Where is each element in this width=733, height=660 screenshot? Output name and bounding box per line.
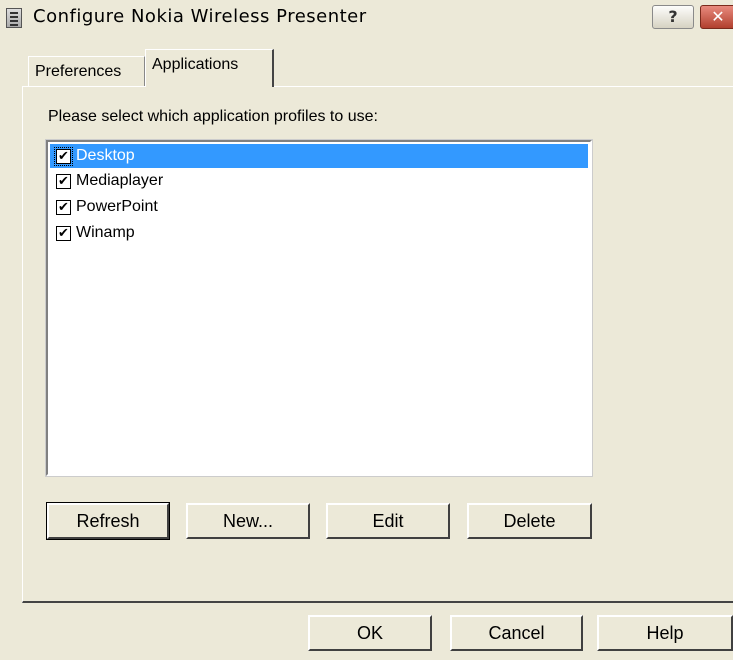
title-bar[interactable]: Configure Nokia Wireless Presenter ? ✕ (0, 0, 733, 36)
dialog-window: Configure Nokia Wireless Presenter ? ✕ P… (0, 0, 733, 660)
list-item-label: PowerPoint (76, 198, 158, 215)
help-question-icon[interactable]: ? (652, 5, 694, 29)
cancel-button[interactable]: Cancel (450, 615, 583, 651)
list-item-desktop[interactable]: ✔ Desktop (50, 144, 588, 168)
list-item-mediaplayer[interactable]: ✔ Mediaplayer (50, 169, 588, 193)
close-icon[interactable]: ✕ (700, 5, 733, 29)
application-profiles-list[interactable]: ✔ Desktop ✔ Mediaplayer ✔ PowerPoint ✔ W… (45, 139, 593, 477)
checkbox-mediaplayer[interactable]: ✔ (56, 174, 71, 189)
window-title: Configure Nokia Wireless Presenter (33, 6, 367, 27)
list-item-winamp[interactable]: ✔ Winamp (50, 221, 588, 245)
refresh-button[interactable]: Refresh (46, 502, 170, 540)
checkbox-winamp[interactable]: ✔ (56, 226, 71, 241)
profiles-prompt-label: Please select which application profiles… (48, 108, 378, 125)
list-item-label: Mediaplayer (76, 172, 164, 189)
help-button[interactable]: Help (597, 615, 733, 651)
edit-profile-button[interactable]: Edit (326, 503, 450, 539)
list-item-powerpoint[interactable]: ✔ PowerPoint (50, 195, 588, 219)
nokia-presenter-app-icon (6, 8, 22, 28)
list-item-label: Winamp (76, 224, 135, 241)
checkbox-desktop[interactable]: ✔ (54, 147, 73, 166)
list-item-label: Desktop (76, 147, 135, 164)
delete-profile-button[interactable]: Delete (467, 503, 592, 539)
tab-preferences[interactable]: Preferences (28, 56, 145, 86)
new-profile-button[interactable]: New... (186, 503, 310, 539)
tab-applications[interactable]: Applications (145, 49, 274, 87)
ok-button[interactable]: OK (308, 615, 432, 651)
checkbox-powerpoint[interactable]: ✔ (56, 200, 71, 215)
